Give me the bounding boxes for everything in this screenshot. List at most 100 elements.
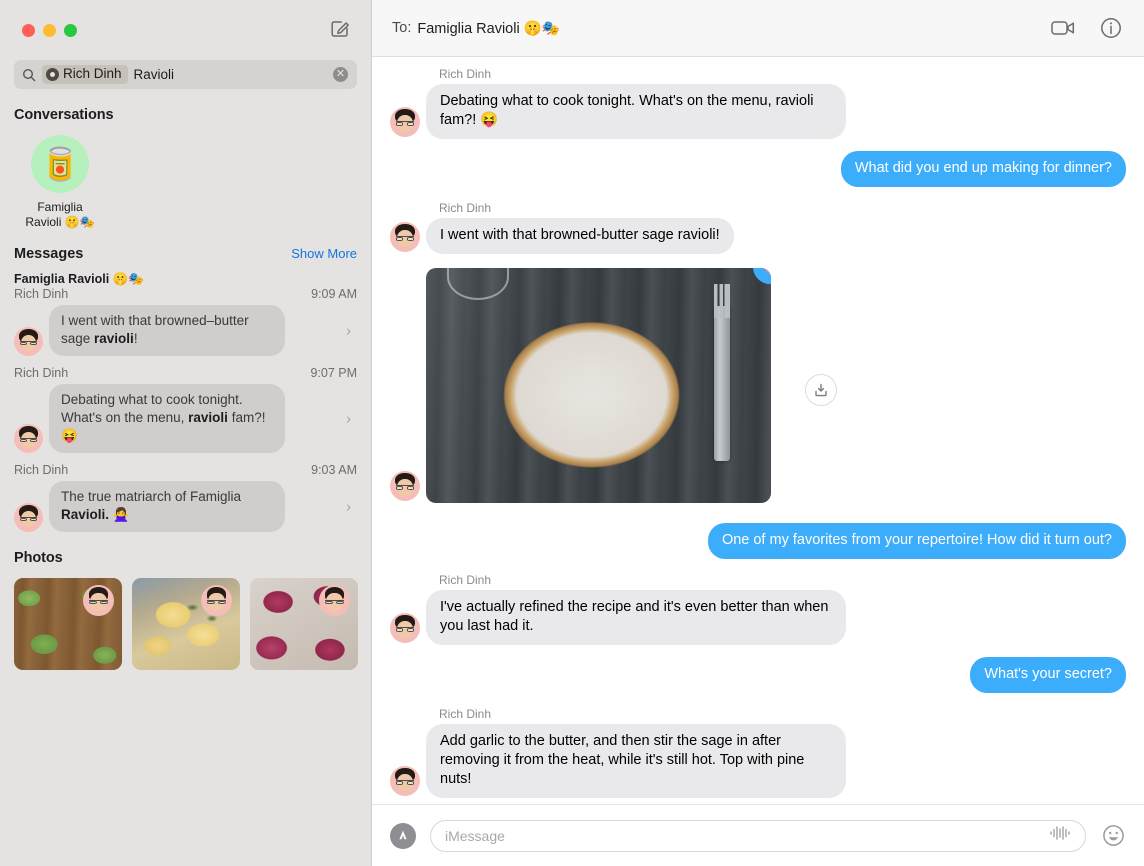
photos-heading: Photos bbox=[14, 550, 63, 566]
result-group-name: Famiglia Ravioli 🤫🎭 bbox=[14, 272, 144, 286]
message-bubble[interactable]: I've actually refined the recipe and it'… bbox=[420, 590, 847, 645]
conversation-name-line2: Ravioli 🤫🎭 bbox=[25, 215, 95, 229]
search-token-contact[interactable]: Rich Dinh bbox=[42, 65, 128, 84]
result-sender: Rich Dinh bbox=[14, 287, 69, 301]
message-input-placeholder: iMessage bbox=[445, 827, 505, 844]
result-subheader: Rich Dinh 9:09 AM bbox=[14, 287, 357, 301]
show-more-button[interactable]: Show More bbox=[291, 246, 357, 261]
result-header: Famiglia Ravioli 🤫🎭 bbox=[14, 272, 357, 287]
messages-window: Rich Dinh Ravioli ✕ Conversations 🥫 Fami… bbox=[0, 0, 1144, 866]
emoji-smiley-icon[interactable] bbox=[1100, 823, 1126, 849]
photo-attachment[interactable] bbox=[426, 268, 771, 503]
photo-thumbnail[interactable] bbox=[14, 578, 122, 670]
message-results-list: Famiglia Ravioli 🤫🎭 Rich Dinh 9:09 AM I … bbox=[0, 266, 371, 536]
conversation-card-famiglia-ravioli[interactable]: 🥫 Famiglia Ravioli 🤫🎭 bbox=[14, 135, 106, 230]
search-input[interactable]: Rich Dinh Ravioli ✕ bbox=[14, 60, 357, 89]
avatar: 🥫 bbox=[31, 135, 89, 193]
app-store-icon[interactable] bbox=[390, 822, 416, 849]
photo-thumbnail[interactable] bbox=[132, 578, 240, 670]
message-bubble[interactable]: What did you end up making for dinner? bbox=[840, 151, 1132, 187]
info-icon[interactable] bbox=[1098, 15, 1124, 41]
message-sender: Rich Dinh bbox=[439, 201, 492, 215]
contact-icon bbox=[46, 67, 59, 81]
message-row: Rich Dinh I went with that browned-butte… bbox=[390, 201, 1126, 254]
search-row: Rich Dinh Ravioli ✕ bbox=[0, 60, 371, 89]
outgoing-message: One of my favorites from your repertoire… bbox=[707, 523, 1132, 559]
download-icon[interactable] bbox=[805, 374, 837, 406]
avatar bbox=[14, 424, 43, 453]
photo-thumbnail[interactable] bbox=[250, 578, 358, 670]
result-body: The true matriarch of Famiglia Ravioli. … bbox=[14, 481, 357, 532]
conversation-header: To: Famiglia Ravioli 🤫🎭 bbox=[372, 0, 1144, 57]
message-sender: Rich Dinh bbox=[439, 67, 492, 81]
sidebar: Rich Dinh Ravioli ✕ Conversations 🥫 Fami… bbox=[0, 0, 372, 866]
message-bubble[interactable]: Add garlic to the butter, and then stir … bbox=[420, 724, 847, 798]
result-body: I went with that browned–butter sage rav… bbox=[14, 305, 357, 356]
minimize-button[interactable] bbox=[43, 23, 56, 37]
message-row: Rich Dinh Debating what to cook tonight.… bbox=[390, 67, 1126, 139]
avatar bbox=[390, 471, 420, 501]
video-camera-icon[interactable] bbox=[1050, 15, 1076, 41]
message-input[interactable]: iMessage bbox=[430, 819, 1086, 852]
clear-icon[interactable]: ✕ bbox=[333, 67, 348, 82]
outgoing-message: What's your secret? bbox=[970, 657, 1131, 693]
chevron-right-icon[interactable]: › bbox=[346, 322, 351, 339]
avatar bbox=[14, 327, 43, 356]
compose-icon[interactable] bbox=[327, 16, 353, 42]
messages-section-header: Messages Show More bbox=[0, 230, 371, 266]
result-timestamp: 9:07 PM bbox=[310, 366, 357, 380]
sidebar-titlebar bbox=[0, 0, 371, 60]
conversations-heading: Conversations bbox=[14, 107, 114, 123]
close-button[interactable] bbox=[22, 23, 35, 37]
conversation-pane: To: Famiglia Ravioli 🤫🎭 Rich Dinh Debati… bbox=[372, 0, 1144, 866]
avatar bbox=[390, 107, 420, 137]
message-thread[interactable]: Rich Dinh Debating what to cook tonight.… bbox=[372, 57, 1144, 804]
incoming-message: Rich Dinh I've actually refined the reci… bbox=[390, 573, 847, 645]
avatar bbox=[83, 585, 114, 616]
message-sender: Rich Dinh bbox=[439, 573, 492, 587]
chevron-right-icon[interactable]: › bbox=[346, 410, 351, 427]
conversation-recipient[interactable]: Famiglia Ravioli 🤫🎭 bbox=[417, 20, 559, 37]
wine-glass bbox=[446, 268, 509, 300]
list-item[interactable]: Rich Dinh 9:07 PM Debating what to cook … bbox=[0, 360, 371, 457]
message-row: What did you end up making for dinner? bbox=[390, 151, 1132, 187]
avatar bbox=[390, 613, 420, 643]
conversations-list: 🥫 Famiglia Ravioli 🤫🎭 bbox=[0, 129, 371, 230]
incoming-attachment-message bbox=[390, 268, 837, 503]
result-subheader: Rich Dinh 9:07 PM bbox=[14, 366, 357, 380]
tomato-can-emoji-icon: 🥫 bbox=[40, 146, 80, 182]
avatar bbox=[390, 222, 420, 252]
message-row: What's your secret? bbox=[390, 657, 1131, 693]
incoming-message: Rich Dinh Debating what to cook tonight.… bbox=[390, 67, 847, 139]
audio-waveform-icon[interactable] bbox=[1049, 825, 1071, 846]
message-bubble[interactable]: Debating what to cook tonight. What's on… bbox=[420, 84, 847, 139]
result-timestamp: 9:03 AM bbox=[311, 463, 357, 477]
window-controls[interactable] bbox=[22, 23, 77, 37]
incoming-message: Rich Dinh Add garlic to the butter, and … bbox=[390, 707, 847, 798]
zoom-button[interactable] bbox=[64, 23, 77, 37]
fork bbox=[713, 283, 730, 461]
list-item[interactable]: Rich Dinh 9:03 AM The true matriarch of … bbox=[0, 457, 371, 536]
outgoing-message: What did you end up making for dinner? bbox=[840, 151, 1132, 187]
result-timestamp: 9:09 AM bbox=[311, 287, 357, 301]
result-body: Debating what to cook tonight. What's on… bbox=[14, 384, 357, 453]
result-sender: Rich Dinh bbox=[14, 366, 69, 380]
search-query-text: Ravioli bbox=[133, 67, 175, 82]
avatar bbox=[390, 766, 420, 796]
message-row: Rich Dinh I've actually refined the reci… bbox=[390, 573, 1126, 645]
chevron-right-icon[interactable]: › bbox=[346, 498, 351, 515]
tapback-heart-icon[interactable] bbox=[753, 268, 771, 284]
search-icon bbox=[22, 68, 36, 82]
list-item[interactable]: Famiglia Ravioli 🤫🎭 Rich Dinh 9:09 AM I … bbox=[0, 266, 371, 360]
message-bubble[interactable]: What's your secret? bbox=[970, 657, 1131, 693]
avatar bbox=[201, 585, 232, 616]
message-row: One of my favorites from your repertoire… bbox=[390, 523, 1132, 559]
incoming-message: Rich Dinh I went with that browned-butte… bbox=[390, 201, 734, 254]
avatar bbox=[14, 503, 43, 532]
message-bubble[interactable]: I went with that browned-butter sage rav… bbox=[421, 218, 734, 254]
result-subheader: Rich Dinh 9:03 AM bbox=[14, 463, 357, 477]
to-label: To: bbox=[392, 20, 412, 36]
photos-grid bbox=[0, 572, 371, 670]
conversation-name-line1: Famiglia bbox=[37, 200, 83, 214]
message-bubble[interactable]: One of my favorites from your repertoire… bbox=[707, 523, 1132, 559]
